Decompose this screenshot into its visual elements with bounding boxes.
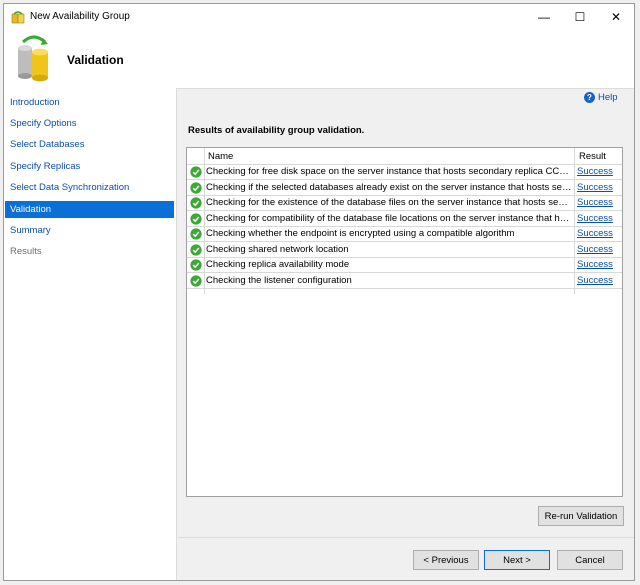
page-title: Validation [67,53,124,67]
sidebar-item-introduction[interactable]: Introduction [5,94,174,111]
availability-group-icon [11,11,25,24]
table-row[interactable]: Checking for the existence of the databa… [187,196,622,211]
row-result-link[interactable]: Success [577,213,613,224]
table-row[interactable]: Checking for compatibility of the databa… [187,212,622,227]
wizard-sidebar: Introduction Specify Options Select Data… [4,88,177,580]
sidebar-item-select-data-synchronization[interactable]: Select Data Synchronization [5,179,174,196]
sidebar-item-specify-options[interactable]: Specify Options [5,115,174,132]
previous-button[interactable]: < Previous [413,550,479,570]
database-cylinders-icon [18,35,48,82]
success-check-icon [190,181,202,194]
sidebar-item-specify-replicas[interactable]: Specify Replicas [5,158,174,175]
sidebar-item-summary[interactable]: Summary [5,222,174,239]
minimize-button[interactable]: — [526,4,562,30]
table-row[interactable]: Checking for free disk space on the serv… [187,165,622,180]
row-result-link[interactable]: Success [577,166,613,177]
row-check-name: Checking for the existence of the databa… [206,197,572,208]
row-check-name: Checking the listener configuration [206,274,352,286]
table-row[interactable]: Checking whether the endpoint is encrypt… [187,227,622,242]
success-check-icon [190,197,202,209]
row-result-link[interactable]: Success [577,228,613,239]
results-heading: Results of availability group validation… [188,125,365,136]
row-result-link[interactable]: Success [577,244,613,255]
close-button[interactable]: ✕ [598,4,634,30]
footer-divider [178,537,634,538]
row-result-link[interactable]: Success [577,197,613,208]
cancel-button[interactable]: Cancel [557,550,623,570]
column-header-name[interactable]: Name [208,151,233,162]
validation-results-grid: Name Result Checking for free disk space… [186,147,623,497]
success-check-icon [190,274,202,287]
table-row[interactable]: Checking shared network location Success [187,243,622,258]
row-result-link[interactable]: Success [577,182,613,193]
success-check-icon [190,259,202,271]
success-check-icon [190,212,202,225]
next-button[interactable]: Next > [484,550,550,570]
table-row[interactable]: Checking if the selected databases alrea… [187,181,622,196]
wizard-header: Validation [4,30,634,89]
help-label: Help [598,92,618,103]
grid-header: Name Result [187,148,622,165]
sidebar-item-validation[interactable]: Validation [5,201,174,218]
column-header-result[interactable]: Result [579,151,606,162]
row-result-link[interactable]: Success [577,275,613,286]
row-check-name: Checking replica availability mode [206,259,350,270]
table-row[interactable]: Checking the listener configuration Succe… [187,274,622,289]
help-icon: ? [584,92,595,103]
row-check-name: Checking for free disk space on the serv… [206,166,572,177]
title-bar: New Availability Group — ☐ ✕ [4,4,634,30]
success-check-icon [190,243,202,256]
wizard-window: New Availability Group — ☐ ✕ Validation … [3,3,635,581]
success-check-icon [190,166,202,178]
sidebar-item-results: Results [10,246,42,257]
success-check-icon [190,228,202,240]
row-result-link[interactable]: Success [577,259,613,270]
maximize-button[interactable]: ☐ [562,4,598,30]
row-check-name: Checking whether the endpoint is encrypt… [206,228,515,239]
row-check-name: Checking if the selected databases alrea… [206,181,572,193]
help-link[interactable]: ? Help [584,92,618,103]
sidebar-item-select-databases[interactable]: Select Databases [5,136,174,153]
row-check-name: Checking shared network location [206,243,349,255]
table-row[interactable]: Checking replica availability mode Succes… [187,258,622,273]
row-check-name: Checking for compatibility of the databa… [206,212,572,224]
rerun-validation-button[interactable]: Re-run Validation [538,506,624,526]
window-title: New Availability Group [30,11,130,22]
